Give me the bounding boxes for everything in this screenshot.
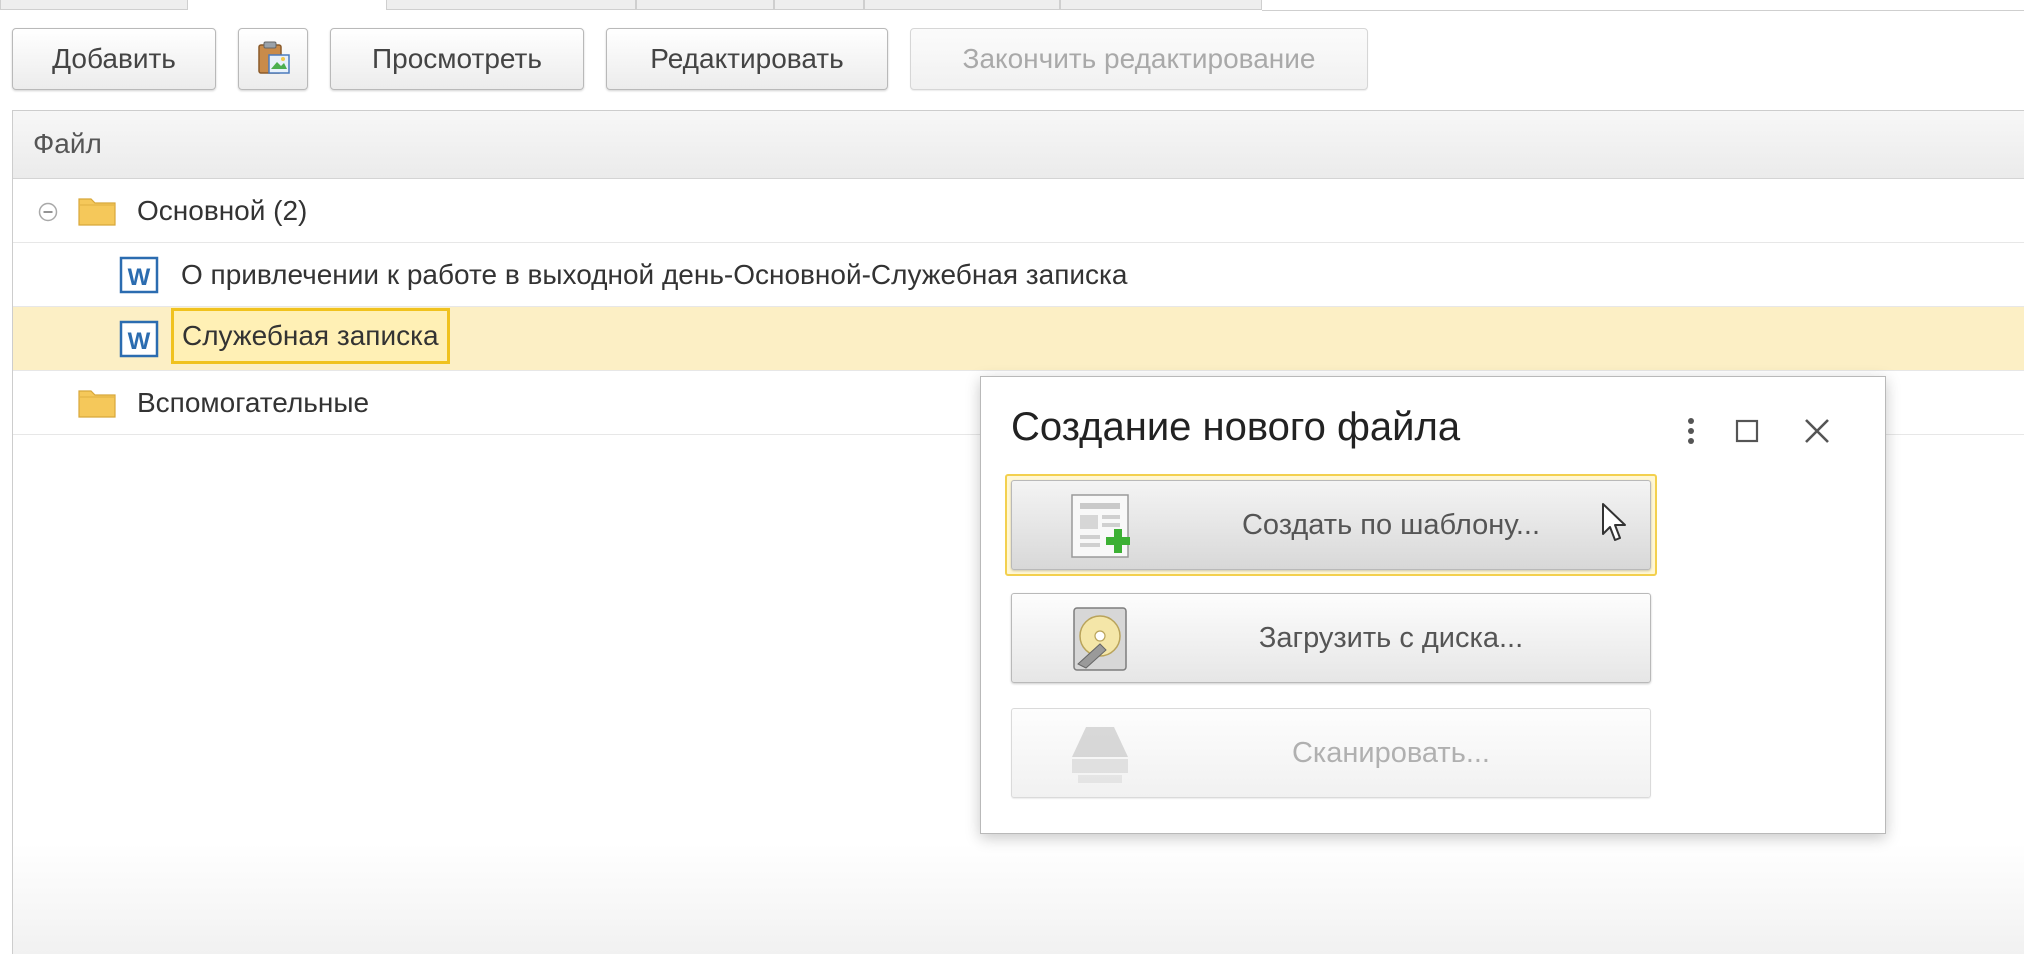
clipboard-icon	[258, 41, 290, 74]
tab-divider	[1262, 10, 2024, 11]
close-icon[interactable]	[1797, 411, 1837, 451]
load-from-disk-label: Загрузить с диска...	[1258, 622, 1524, 654]
scan-label: Сканировать...	[1291, 737, 1490, 769]
add-button[interactable]: Добавить	[12, 28, 216, 90]
tab[interactable]	[1060, 0, 1262, 10]
edit-button[interactable]: Редактировать	[606, 28, 888, 90]
view-button-label: Просмотреть	[372, 43, 542, 74]
tab-strip	[0, 0, 2024, 12]
more-menu-icon[interactable]	[1671, 411, 1711, 451]
add-button-label: Добавить	[52, 43, 176, 74]
selected-cell[interactable]: Служебная записка	[171, 308, 450, 364]
tab[interactable]	[386, 0, 636, 10]
view-button[interactable]: Просмотреть	[330, 28, 584, 90]
maximize-icon[interactable]	[1727, 411, 1767, 451]
group-label: Вспомогательные	[137, 387, 370, 418]
word-document-icon: W	[119, 256, 159, 294]
tab[interactable]	[774, 0, 864, 10]
tab[interactable]	[636, 0, 774, 10]
load-from-disk-button[interactable]: Загрузить с диска...	[1011, 593, 1651, 683]
group-label: Основной (2)	[137, 195, 308, 226]
column-header[interactable]: Файл	[13, 111, 2024, 179]
collapse-icon[interactable]	[37, 201, 59, 223]
create-from-template-label: Создать по шаблону...	[1241, 509, 1540, 541]
file-label: Служебная записка	[182, 320, 439, 351]
tree-row-file-selected[interactable]: W Служебная записка	[13, 307, 2024, 371]
word-document-icon: W	[119, 320, 159, 358]
tree-row-file[interactable]: W О привлечении к работе в выходной день…	[13, 243, 2024, 307]
folder-icon	[78, 198, 116, 226]
svg-text:W: W	[128, 264, 151, 291]
finish-edit-button-label: Закончить редактирование	[962, 43, 1316, 74]
tab[interactable]	[0, 0, 188, 10]
list-bottom-shade	[13, 844, 2024, 954]
svg-text:W: W	[128, 328, 151, 355]
scan-button[interactable]: Сканировать...	[1011, 708, 1651, 798]
new-file-dialog: Создание нового файла Создать по шаблону…	[980, 376, 1886, 834]
dialog-title: Создание нового файла	[1011, 405, 1461, 449]
create-from-template-button[interactable]: Создать по шаблону...	[1011, 480, 1651, 570]
edit-button-label: Редактировать	[650, 43, 844, 74]
column-header-label: Файл	[33, 128, 102, 159]
tab[interactable]	[864, 0, 1060, 10]
mouse-cursor-icon	[1602, 503, 1626, 541]
finish-edit-button[interactable]: Закончить редактирование	[910, 28, 1368, 90]
tree-row-group[interactable]: Основной (2)	[13, 179, 2024, 243]
folder-icon	[78, 390, 116, 418]
paste-button[interactable]	[238, 28, 308, 90]
file-label: О привлечении к работе в выходной день-О…	[181, 259, 1128, 290]
